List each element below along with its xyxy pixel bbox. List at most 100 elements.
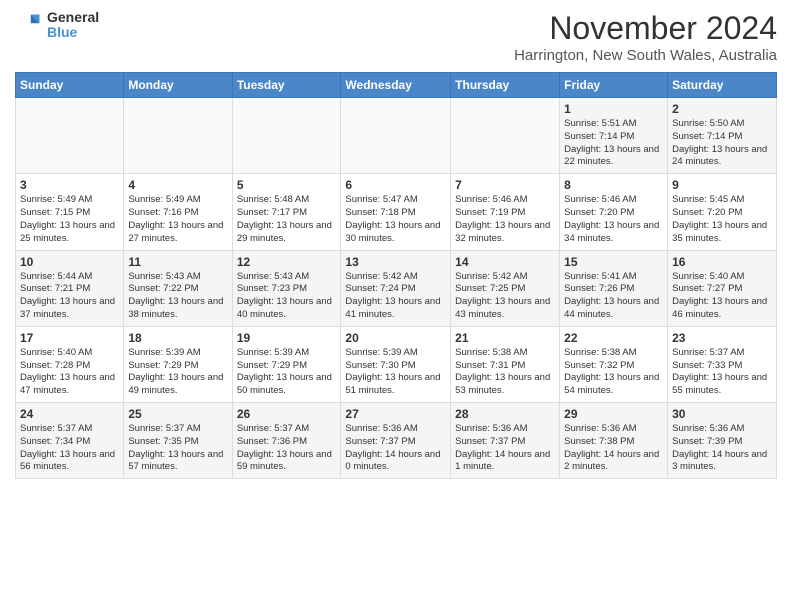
calendar-cell: 23 Sunrise: 5:37 AM Sunset: 7:33 PM Dayli… bbox=[668, 326, 777, 402]
day-number: 10 bbox=[20, 255, 119, 269]
day-number: 8 bbox=[564, 178, 663, 192]
calendar-cell: 9Sunrise: 5:45 AM Sunset: 7:20 PM Daylig… bbox=[668, 174, 777, 250]
weekday-header: Thursday bbox=[451, 73, 560, 98]
day-info: Sunrise: 5:37 AM Sunset: 7:33 PM Dayligh… bbox=[672, 347, 772, 398]
day-info: Sunrise: 5:39 AM Sunset: 7:30 PM Dayligh… bbox=[345, 347, 446, 398]
calendar-cell: 19 Sunrise: 5:39 AM Sunset: 7:29 PM Dayli… bbox=[232, 326, 341, 402]
day-number: 22 bbox=[564, 331, 663, 345]
calendar-cell: 10 Sunrise: 5:44 AM Sunset: 7:21 PM Dayli… bbox=[16, 250, 124, 326]
day-info: Sunrise: 5:36 AM Sunset: 7:39 PM Dayligh… bbox=[672, 423, 772, 474]
calendar-cell bbox=[124, 98, 232, 174]
weekday-header: Friday bbox=[560, 73, 668, 98]
weekday-header: Tuesday bbox=[232, 73, 341, 98]
day-info: Sunrise: 5:47 AM Sunset: 7:18 PM Dayligh… bbox=[345, 194, 446, 245]
calendar-cell bbox=[451, 98, 560, 174]
logo: General Blue bbox=[15, 10, 99, 41]
calendar-cell: 3Sunrise: 5:49 AM Sunset: 7:15 PM Daylig… bbox=[16, 174, 124, 250]
day-info: Sunrise: 5:36 AM Sunset: 7:37 PM Dayligh… bbox=[455, 423, 555, 474]
weekday-header: Sunday bbox=[16, 73, 124, 98]
title-block: November 2024 Harrington, New South Wale… bbox=[514, 10, 777, 64]
day-number: 17 bbox=[20, 331, 119, 345]
day-number: 26 bbox=[237, 407, 337, 421]
day-info: Sunrise: 5:48 AM Sunset: 7:17 PM Dayligh… bbox=[237, 194, 337, 245]
day-info: Sunrise: 5:37 AM Sunset: 7:35 PM Dayligh… bbox=[128, 423, 227, 474]
location-title: Harrington, New South Wales, Australia bbox=[514, 47, 777, 64]
calendar-cell: 26 Sunrise: 5:37 AM Sunset: 7:36 PM Dayli… bbox=[232, 403, 341, 479]
day-number: 14 bbox=[455, 255, 555, 269]
weekday-header: Wednesday bbox=[341, 73, 451, 98]
calendar-cell: 4 Sunrise: 5:49 AM Sunset: 7:16 PM Daylig… bbox=[124, 174, 232, 250]
calendar-table: SundayMondayTuesdayWednesdayThursdayFrid… bbox=[15, 72, 777, 479]
day-number: 7 bbox=[455, 178, 555, 192]
day-number: 25 bbox=[128, 407, 227, 421]
calendar-cell: 6Sunrise: 5:47 AM Sunset: 7:18 PM Daylig… bbox=[341, 174, 451, 250]
calendar-cell bbox=[16, 98, 124, 174]
day-info: Sunrise: 5:49 AM Sunset: 7:15 PM Dayligh… bbox=[20, 194, 119, 245]
weekday-header: Monday bbox=[124, 73, 232, 98]
day-info: Sunrise: 5:39 AM Sunset: 7:29 PM Dayligh… bbox=[128, 347, 227, 398]
calendar-cell: 12Sunrise: 5:43 AM Sunset: 7:23 PM Dayli… bbox=[232, 250, 341, 326]
calendar-cell: 25 Sunrise: 5:37 AM Sunset: 7:35 PM Dayli… bbox=[124, 403, 232, 479]
day-info: Sunrise: 5:37 AM Sunset: 7:36 PM Dayligh… bbox=[237, 423, 337, 474]
day-info: Sunrise: 5:42 AM Sunset: 7:25 PM Dayligh… bbox=[455, 271, 555, 322]
logo-general: General bbox=[47, 10, 99, 25]
day-info: Sunrise: 5:50 AM Sunset: 7:14 PM Dayligh… bbox=[672, 118, 772, 169]
calendar-week-row: 1 Sunrise: 5:51 AM Sunset: 7:14 PM Daylig… bbox=[16, 98, 777, 174]
day-number: 5 bbox=[237, 178, 337, 192]
calendar-cell: 13Sunrise: 5:42 AM Sunset: 7:24 PM Dayli… bbox=[341, 250, 451, 326]
day-info: Sunrise: 5:40 AM Sunset: 7:28 PM Dayligh… bbox=[20, 347, 119, 398]
calendar-cell: 29Sunrise: 5:36 AM Sunset: 7:38 PM Dayli… bbox=[560, 403, 668, 479]
weekday-header: Saturday bbox=[668, 73, 777, 98]
day-number: 21 bbox=[455, 331, 555, 345]
calendar-cell: 8 Sunrise: 5:46 AM Sunset: 7:20 PM Daylig… bbox=[560, 174, 668, 250]
day-number: 11 bbox=[128, 255, 227, 269]
calendar-cell bbox=[341, 98, 451, 174]
day-number: 27 bbox=[345, 407, 446, 421]
logo-icon bbox=[15, 11, 43, 39]
day-number: 4 bbox=[128, 178, 227, 192]
logo-text: General Blue bbox=[47, 10, 99, 41]
calendar-cell: 5 Sunrise: 5:48 AM Sunset: 7:17 PM Daylig… bbox=[232, 174, 341, 250]
day-info: Sunrise: 5:38 AM Sunset: 7:31 PM Dayligh… bbox=[455, 347, 555, 398]
calendar-cell: 18 Sunrise: 5:39 AM Sunset: 7:29 PM Dayli… bbox=[124, 326, 232, 402]
calendar-cell: 22 Sunrise: 5:38 AM Sunset: 7:32 PM Dayli… bbox=[560, 326, 668, 402]
day-number: 18 bbox=[128, 331, 227, 345]
day-number: 1 bbox=[564, 102, 663, 116]
day-info: Sunrise: 5:36 AM Sunset: 7:38 PM Dayligh… bbox=[564, 423, 663, 474]
day-number: 20 bbox=[345, 331, 446, 345]
calendar-cell: 7 Sunrise: 5:46 AM Sunset: 7:19 PM Daylig… bbox=[451, 174, 560, 250]
calendar-cell: 15 Sunrise: 5:41 AM Sunset: 7:26 PM Dayli… bbox=[560, 250, 668, 326]
calendar-cell: 21 Sunrise: 5:38 AM Sunset: 7:31 PM Dayli… bbox=[451, 326, 560, 402]
calendar-week-row: 3Sunrise: 5:49 AM Sunset: 7:15 PM Daylig… bbox=[16, 174, 777, 250]
day-number: 30 bbox=[672, 407, 772, 421]
day-number: 15 bbox=[564, 255, 663, 269]
calendar-header-row: SundayMondayTuesdayWednesdayThursdayFrid… bbox=[16, 73, 777, 98]
calendar-cell: 16Sunrise: 5:40 AM Sunset: 7:27 PM Dayli… bbox=[668, 250, 777, 326]
calendar-cell bbox=[232, 98, 341, 174]
calendar-cell: 24Sunrise: 5:37 AM Sunset: 7:34 PM Dayli… bbox=[16, 403, 124, 479]
day-info: Sunrise: 5:51 AM Sunset: 7:14 PM Dayligh… bbox=[564, 118, 663, 169]
day-info: Sunrise: 5:39 AM Sunset: 7:29 PM Dayligh… bbox=[237, 347, 337, 398]
day-info: Sunrise: 5:46 AM Sunset: 7:20 PM Dayligh… bbox=[564, 194, 663, 245]
day-info: Sunrise: 5:36 AM Sunset: 7:37 PM Dayligh… bbox=[345, 423, 446, 474]
calendar-cell: 30 Sunrise: 5:36 AM Sunset: 7:39 PM Dayli… bbox=[668, 403, 777, 479]
calendar-cell: 28 Sunrise: 5:36 AM Sunset: 7:37 PM Dayli… bbox=[451, 403, 560, 479]
day-info: Sunrise: 5:49 AM Sunset: 7:16 PM Dayligh… bbox=[128, 194, 227, 245]
day-number: 23 bbox=[672, 331, 772, 345]
day-info: Sunrise: 5:44 AM Sunset: 7:21 PM Dayligh… bbox=[20, 271, 119, 322]
day-number: 28 bbox=[455, 407, 555, 421]
month-title: November 2024 bbox=[514, 10, 777, 47]
day-number: 16 bbox=[672, 255, 772, 269]
calendar-cell: 20 Sunrise: 5:39 AM Sunset: 7:30 PM Dayli… bbox=[341, 326, 451, 402]
day-info: Sunrise: 5:46 AM Sunset: 7:19 PM Dayligh… bbox=[455, 194, 555, 245]
day-info: Sunrise: 5:38 AM Sunset: 7:32 PM Dayligh… bbox=[564, 347, 663, 398]
calendar-cell: 17 Sunrise: 5:40 AM Sunset: 7:28 PM Dayli… bbox=[16, 326, 124, 402]
calendar-cell: 1 Sunrise: 5:51 AM Sunset: 7:14 PM Daylig… bbox=[560, 98, 668, 174]
day-number: 12 bbox=[237, 255, 337, 269]
calendar-cell: 27 Sunrise: 5:36 AM Sunset: 7:37 PM Dayli… bbox=[341, 403, 451, 479]
day-info: Sunrise: 5:41 AM Sunset: 7:26 PM Dayligh… bbox=[564, 271, 663, 322]
calendar-cell: 11 Sunrise: 5:43 AM Sunset: 7:22 PM Dayli… bbox=[124, 250, 232, 326]
day-number: 19 bbox=[237, 331, 337, 345]
page-header: General Blue November 2024 Harrington, N… bbox=[15, 10, 777, 64]
day-info: Sunrise: 5:43 AM Sunset: 7:22 PM Dayligh… bbox=[128, 271, 227, 322]
